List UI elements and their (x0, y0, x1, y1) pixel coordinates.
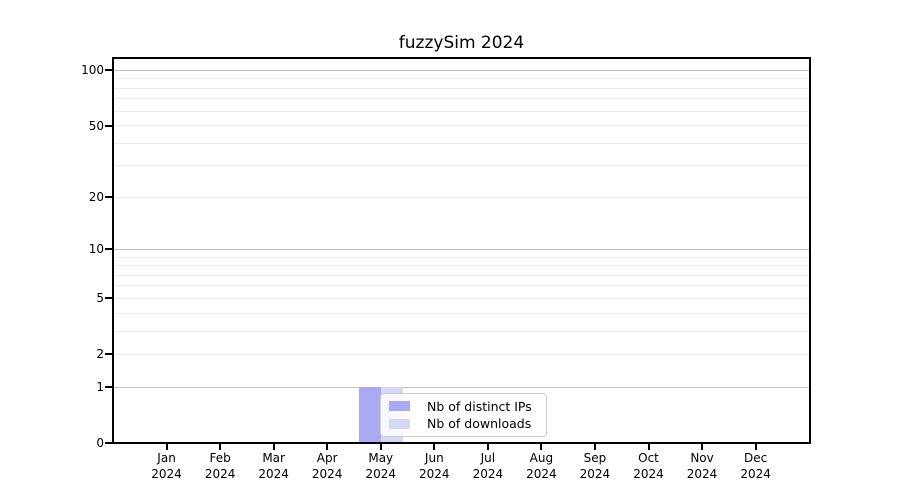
legend-label-distinct-ips: Nb of distinct IPs (427, 399, 532, 414)
y-gridline-minor (114, 78, 809, 79)
y-gridline-minor (114, 313, 809, 314)
y-gridline-minor (114, 143, 809, 144)
legend-item-downloads: Nb of downloads (387, 416, 540, 431)
y-gridline-minor (114, 275, 809, 276)
x-axis-tick (273, 444, 275, 450)
y-gridline-major (114, 387, 809, 388)
x-axis-tick (433, 444, 435, 450)
y-gridline-minor (114, 298, 809, 299)
y-gridline-minor (114, 354, 809, 355)
y-gridline-minor (114, 165, 809, 166)
legend-label-downloads: Nb of downloads (427, 416, 531, 431)
y-gridline-major (114, 70, 809, 71)
legend: Nb of distinct IPs Nb of downloads (380, 393, 547, 437)
x-axis-tick (219, 444, 221, 450)
y-gridline-minor (114, 111, 809, 112)
y-axis-tick-label: 100 (44, 62, 104, 78)
legend-swatch-downloads-icon (389, 419, 410, 429)
y-axis-tick (105, 69, 112, 71)
x-axis-tick (648, 444, 650, 450)
x-axis-tick (755, 444, 757, 450)
y-axis-tick-label: 5 (44, 290, 104, 306)
y-axis-tick-label: 0 (44, 435, 104, 451)
y-gridline-minor (114, 285, 809, 286)
x-label-month: Dec (724, 450, 788, 466)
x-axis-tick (326, 444, 328, 450)
y-gridline-minor (114, 331, 809, 332)
y-gridline-minor (114, 125, 809, 126)
y-axis-tick (105, 386, 112, 388)
y-gridline-major (114, 249, 809, 250)
y-axis-tick-label: 10 (44, 241, 104, 257)
y-axis-tick (105, 297, 112, 299)
y-gridline-minor (114, 98, 809, 99)
x-axis-tick (380, 444, 382, 450)
y-gridline-minor (114, 197, 809, 198)
y-gridline-minor (114, 265, 809, 266)
y-gridline-minor (114, 257, 809, 258)
bar-nb-of-distinct-ips (359, 387, 381, 442)
y-axis-tick (105, 442, 112, 444)
y-axis-tick (105, 196, 112, 198)
y-axis-tick-label: 20 (44, 189, 104, 205)
y-axis-tick-label: 1 (44, 379, 104, 395)
x-axis-tick (487, 444, 489, 450)
x-axis-tick (166, 444, 168, 450)
x-axis-tick-label: Dec2024 (724, 450, 788, 482)
y-axis-tick-label: 50 (44, 118, 104, 134)
legend-item-distinct-ips: Nb of distinct IPs (387, 399, 540, 414)
y-axis-tick (105, 125, 112, 127)
x-axis-tick (701, 444, 703, 450)
y-gridline-minor (114, 88, 809, 89)
y-axis-tick (105, 353, 112, 355)
legend-swatch-distinct-ips-icon (389, 401, 410, 411)
y-axis-tick-label: 2 (44, 346, 104, 362)
x-label-year: 2024 (724, 466, 788, 482)
x-axis-tick (540, 444, 542, 450)
x-axis-tick (594, 444, 596, 450)
chart-figure: fuzzySim 2024 0125102050100Jan2024Feb202… (0, 0, 900, 500)
y-axis-tick (105, 248, 112, 250)
